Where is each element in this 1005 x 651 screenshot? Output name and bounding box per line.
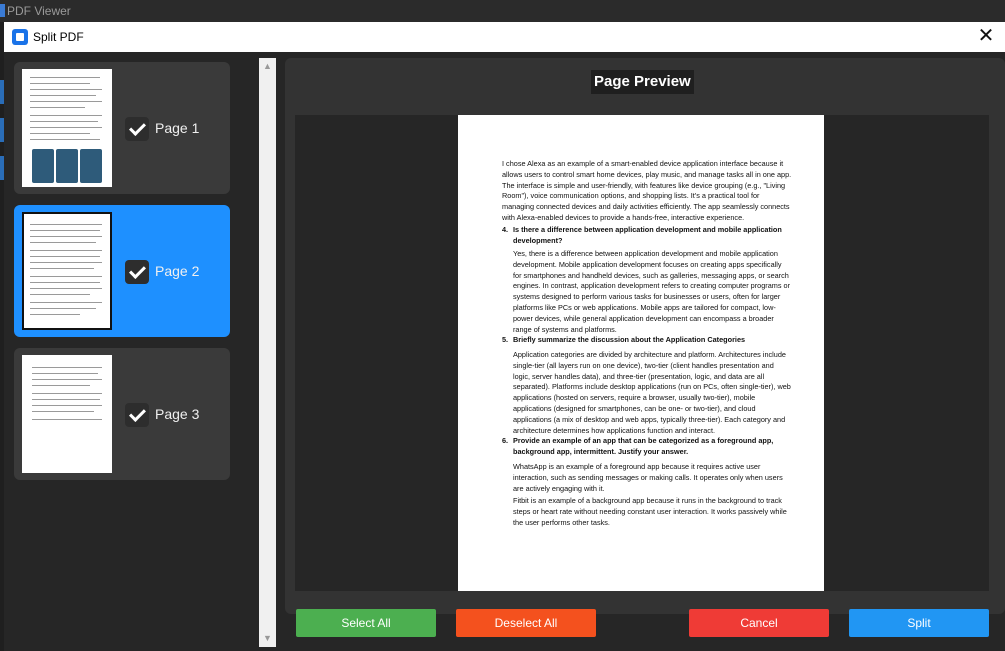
page-1-thumbnail-image (22, 69, 112, 187)
thumbnail-scrollbar[interactable]: ▲ ▼ (259, 58, 276, 647)
close-icon[interactable]: ✕ (975, 25, 997, 47)
scroll-down-icon[interactable]: ▼ (259, 630, 276, 647)
page-thumbnail-1[interactable]: Page 1 (14, 62, 230, 194)
page-thumbnail-2[interactable]: Page 2 (14, 205, 230, 337)
page-2-label: Page 2 (155, 263, 200, 279)
answer-paragraph: Yes, there is a difference between appli… (513, 249, 791, 334)
page-thumbnail-list: Page 1 Page 2 Page 3 (14, 62, 230, 482)
preview-canvas: I chose Alexa as an example of a smart-e… (295, 115, 989, 591)
background-window-titlebar: PDF Viewer (0, 0, 1005, 22)
select-all-button[interactable]: Select All (296, 609, 436, 637)
dialog-title: Split PDF (33, 30, 84, 44)
phone-screenshots-image (32, 149, 102, 183)
page-preview-title: Page Preview (591, 70, 694, 94)
split-button[interactable]: Split (849, 609, 989, 637)
scroll-up-icon[interactable]: ▲ (259, 58, 276, 75)
preview-page: I chose Alexa as an example of a smart-e… (458, 115, 824, 591)
split-pdf-dialog: Split PDF ✕ Page 1 Page 2 Page 3 ▲ ▼ Pag… (4, 22, 1005, 651)
page-1-label: Page 1 (155, 120, 200, 136)
dialog-titlebar: Split PDF ✕ (4, 22, 1005, 52)
deselect-all-button[interactable]: Deselect All (456, 609, 596, 637)
dialog-app-icon (12, 29, 28, 45)
page-preview-panel: Page Preview I chose Alexa as an example… (285, 58, 1005, 614)
background-window-title: PDF Viewer (7, 4, 71, 18)
page-2-thumbnail-image (22, 212, 112, 330)
page-1-checkbox[interactable] (125, 117, 149, 141)
page-2-checkbox[interactable] (125, 260, 149, 284)
question-text: Is there a difference between applicatio… (513, 225, 782, 245)
question-number: 4. (502, 225, 509, 234)
page-thumbnail-3[interactable]: Page 3 (14, 348, 230, 480)
answer-paragraph: WhatsApp is an example of a foreground a… (513, 462, 783, 493)
answer-paragraph: Fitbit is an example of a background app… (513, 496, 787, 527)
app-icon (0, 4, 5, 17)
question-number: 5. (502, 335, 509, 344)
question-text: Briefly summarize the discussion about t… (513, 335, 746, 344)
question-number: 6. (502, 436, 509, 445)
page-3-label: Page 3 (155, 406, 200, 422)
page-3-thumbnail-image (22, 355, 112, 473)
page-3-checkbox[interactable] (125, 403, 149, 427)
page-intro-paragraph: I chose Alexa as an example of a smart-e… (502, 159, 792, 222)
cancel-button[interactable]: Cancel (689, 609, 829, 637)
answer-paragraph: Application categories are divided by ar… (513, 350, 791, 435)
question-text: Provide an example of an app that can be… (513, 436, 774, 456)
